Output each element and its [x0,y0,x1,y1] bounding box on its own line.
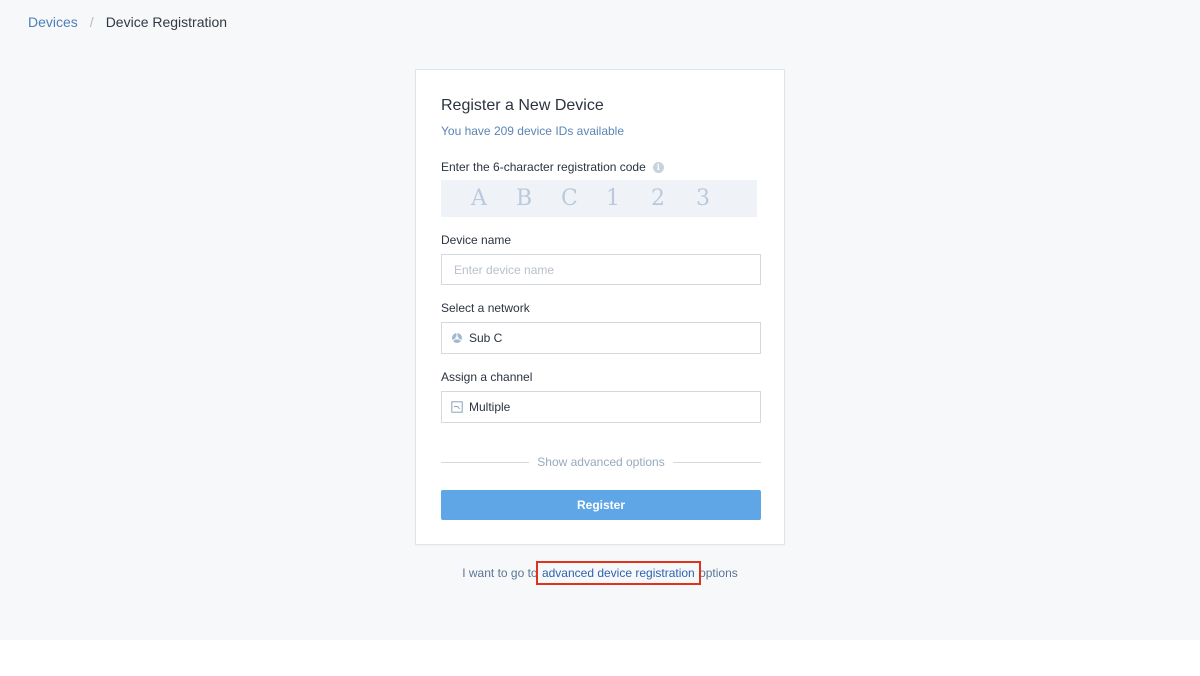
channel-select-value: Multiple [469,400,511,414]
network-select-value: Sub C [469,331,503,345]
divider-line-left [441,461,530,463]
code-char-2: B [516,186,533,211]
registration-code-input[interactable]: A B C 1 2 3 [441,180,757,217]
registration-code-label-text: Enter the 6-character registration code [441,160,646,174]
channel-icon [451,401,463,413]
divider-line-right [672,461,761,463]
footer-suffix: options [699,566,738,580]
page-background: Devices / Device Registration Register a… [0,0,1200,640]
code-char-4: 1 [606,186,620,211]
code-char-3: C [561,186,578,211]
device-ids-available: You have 209 device IDs available [441,124,625,138]
card-title: Register a New Device [441,97,604,114]
network-icon [451,332,463,344]
device-name-label: Device name [441,233,512,247]
code-char-5: 2 [651,186,665,211]
breadcrumb-devices-link[interactable]: Devices [28,14,78,30]
advanced-device-registration-link[interactable]: advanced device registration [535,561,701,585]
advanced-registration-prompt: I want to go to advanced device registra… [0,561,1200,585]
device-name-input[interactable] [441,254,761,285]
registration-code-label: Enter the 6-character registration code … [441,160,664,174]
register-button[interactable]: Register [441,490,761,520]
network-select[interactable]: Sub C [441,322,761,354]
info-icon[interactable]: i [652,161,664,173]
advanced-options-divider: Show advanced options [441,454,761,470]
breadcrumb-separator: / [89,14,94,30]
show-advanced-options-toggle[interactable]: Show advanced options [529,455,672,469]
breadcrumb-current: Device Registration [105,14,228,30]
channel-label: Assign a channel [441,370,533,384]
network-label: Select a network [441,301,530,315]
code-char-1: A [471,186,487,211]
footer-prefix: I want to go to [462,566,538,580]
breadcrumb: Devices / Device Registration [28,14,227,30]
register-device-card: Register a New Device You have 209 devic… [415,69,785,545]
channel-select[interactable]: Multiple [441,391,761,423]
code-char-6: 3 [696,186,710,211]
